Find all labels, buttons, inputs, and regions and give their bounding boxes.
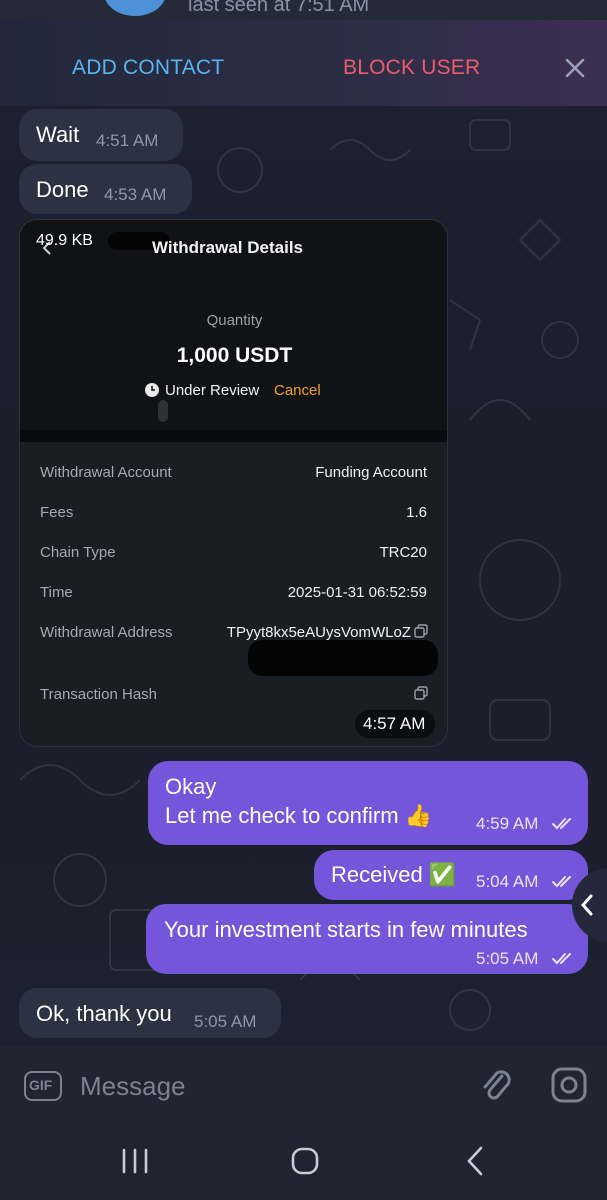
detail-label: Withdrawal Address <box>40 624 173 641</box>
detail-value: TRC20 <box>379 544 427 561</box>
quantity-value: 1,000 USDT <box>176 344 293 367</box>
detail-label: Withdrawal Account <box>40 464 172 481</box>
block-user-button[interactable]: BLOCK USER <box>343 56 480 80</box>
incoming-message[interactable]: Done 4:53 AM <box>19 164 192 214</box>
add-contact-button[interactable]: ADD CONTACT <box>72 56 224 80</box>
avatar[interactable] <box>104 0 166 16</box>
detail-label: Time <box>40 584 73 601</box>
clock-icon <box>145 383 159 397</box>
system-navigation-bar <box>0 1126 607 1200</box>
chevron-left-icon <box>580 894 593 916</box>
message-time: 5:04 AM <box>476 872 539 891</box>
detail-value: 1.6 <box>406 504 427 521</box>
detail-value: TPyyt8kx5eAUysVomWLoZ <box>226 624 411 641</box>
quantity-label: Quantity <box>206 312 263 329</box>
message-time: 5:05 AM <box>476 949 539 968</box>
outgoing-message[interactable]: Okay Let me check to confirm 👍 4:59 AM <box>148 761 588 845</box>
outgoing-message[interactable]: Received ✅ 5:04 AM <box>314 850 588 900</box>
copy-icon <box>414 686 428 700</box>
cancel-link: Cancel <box>274 382 321 399</box>
message-time: 5:05 AM <box>194 1012 257 1031</box>
incoming-message[interactable]: Ok, thank you 5:05 AM <box>19 988 281 1038</box>
incoming-message[interactable]: Wait 4:51 AM <box>19 109 183 161</box>
message-time: 4:53 AM <box>104 185 167 204</box>
read-checkmarks-icon <box>552 953 571 965</box>
status-under-review: Under Review <box>165 382 260 399</box>
last-seen-status: last seen at 7:51 AM <box>188 0 370 16</box>
recent-apps-icon[interactable] <box>118 1146 152 1176</box>
message-composer: GIF <box>0 1046 607 1126</box>
contact-action-bar: ADD CONTACT BLOCK USER <box>0 20 607 106</box>
message-text: Wait <box>36 122 80 147</box>
redaction-mark <box>158 400 168 422</box>
back-icon[interactable] <box>462 1144 488 1178</box>
detail-label: Chain Type <box>40 544 116 561</box>
read-checkmarks-icon <box>552 818 571 830</box>
gif-label: GIF <box>29 1077 53 1093</box>
message-input[interactable] <box>80 1068 460 1104</box>
detail-label: Fees <box>40 504 74 521</box>
detail-value: Funding Account <box>315 464 427 481</box>
copy-icon <box>414 624 428 638</box>
message-text: Your investment starts in few minutes <box>164 917 528 942</box>
divider <box>20 430 447 442</box>
chat-header: last seen at 7:51 AM <box>0 0 607 20</box>
message-text: Done <box>36 177 89 202</box>
file-size-label: 49.9 KB <box>36 232 93 249</box>
message-time: 4:59 AM <box>476 814 539 833</box>
camera-icon[interactable] <box>550 1066 588 1104</box>
screenshot-image-message[interactable]: 49.9 KB Withdrawal Details Quantity 1,00… <box>19 219 448 747</box>
message-text-line1: Okay <box>165 774 217 799</box>
message-time: 4:57 AM <box>363 714 426 733</box>
detail-value: 2025-01-31 06:52:59 <box>287 584 427 601</box>
paperclip-icon[interactable] <box>478 1066 514 1104</box>
message-text: Received ✅ <box>331 862 457 887</box>
read-checkmarks-icon <box>552 876 571 888</box>
message-time: 4:51 AM <box>96 131 159 150</box>
message-text-line2: Let me check to confirm 👍 <box>165 803 433 828</box>
withdrawal-title: Withdrawal Details <box>152 238 303 257</box>
outgoing-message[interactable]: Your investment starts in few minutes 5:… <box>146 904 588 974</box>
redaction-mark <box>248 640 438 676</box>
detail-label: Transaction Hash <box>40 686 157 703</box>
message-text: Ok, thank you <box>36 1001 172 1026</box>
home-icon[interactable] <box>290 1146 320 1176</box>
close-icon[interactable] <box>560 53 590 83</box>
